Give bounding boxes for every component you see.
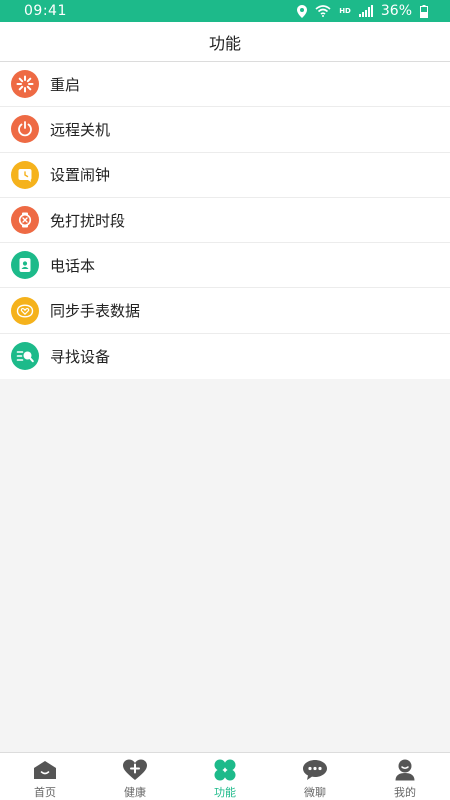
health-icon: [122, 759, 148, 781]
find-device-icon: [11, 342, 39, 371]
phonebook-icon: [11, 251, 39, 280]
menu-item-label: 电话本: [50, 256, 96, 275]
bottom-tab-bar: 首页 健康 功能 微聊 我的: [0, 752, 450, 800]
status-time: 09:41: [24, 3, 67, 19]
restart-icon: [11, 70, 39, 99]
tab-label: 我的: [394, 786, 416, 799]
home-icon: [33, 759, 57, 781]
network-type: HD: [339, 7, 351, 15]
do-not-disturb-icon: [11, 206, 39, 235]
status-bar: 09:41 HD 36%: [0, 0, 450, 22]
sync-icon: [11, 296, 39, 325]
menu-item-label: 远程关机: [50, 120, 111, 139]
tab-label: 功能: [214, 786, 236, 799]
menu-item-label: 同步手表数据: [50, 302, 141, 321]
menu-item-label: 寻找设备: [50, 347, 111, 366]
menu-item-do-not-disturb[interactable]: 免打扰时段: [0, 198, 450, 244]
menu-item-sync-watch-data[interactable]: 同步手表数据: [0, 288, 450, 334]
battery-percent: 36%: [380, 3, 412, 19]
function-list: 重启 远程关机 设置闹钟 免打扰时段 电话本 同步手表数据 寻找设备: [0, 62, 450, 380]
menu-item-phonebook[interactable]: 电话本: [0, 243, 450, 289]
tab-profile[interactable]: 我的: [360, 753, 450, 800]
battery-icon: [420, 4, 428, 18]
menu-item-label: 设置闹钟: [50, 166, 111, 185]
profile-icon: [394, 759, 416, 781]
menu-item-alarm[interactable]: 设置闹钟: [0, 153, 450, 198]
title-bar: 功能: [0, 22, 450, 62]
tab-label: 首页: [34, 786, 56, 799]
tab-label: 微聊: [304, 786, 326, 799]
chat-icon: [302, 759, 328, 781]
alarm-icon: [11, 160, 39, 189]
tab-health[interactable]: 健康: [90, 753, 180, 800]
menu-item-restart[interactable]: 重启: [0, 62, 450, 108]
wifi-icon: [315, 5, 331, 17]
menu-item-label: 重启: [50, 75, 81, 94]
tab-function[interactable]: 功能: [180, 753, 270, 800]
status-icons: HD 36%: [297, 3, 428, 19]
signal-icon: [358, 5, 373, 17]
tab-label: 健康: [124, 786, 146, 799]
page-title: 功能: [208, 33, 241, 53]
menu-item-label: 免打扰时段: [50, 211, 126, 230]
function-icon: [213, 759, 237, 781]
power-icon: [11, 115, 39, 144]
menu-item-remote-shutdown[interactable]: 远程关机: [0, 107, 450, 153]
menu-item-find-device[interactable]: 寻找设备: [0, 334, 450, 379]
location-icon: [297, 4, 308, 18]
tab-chat[interactable]: 微聊: [270, 753, 360, 800]
tab-home[interactable]: 首页: [0, 753, 90, 800]
